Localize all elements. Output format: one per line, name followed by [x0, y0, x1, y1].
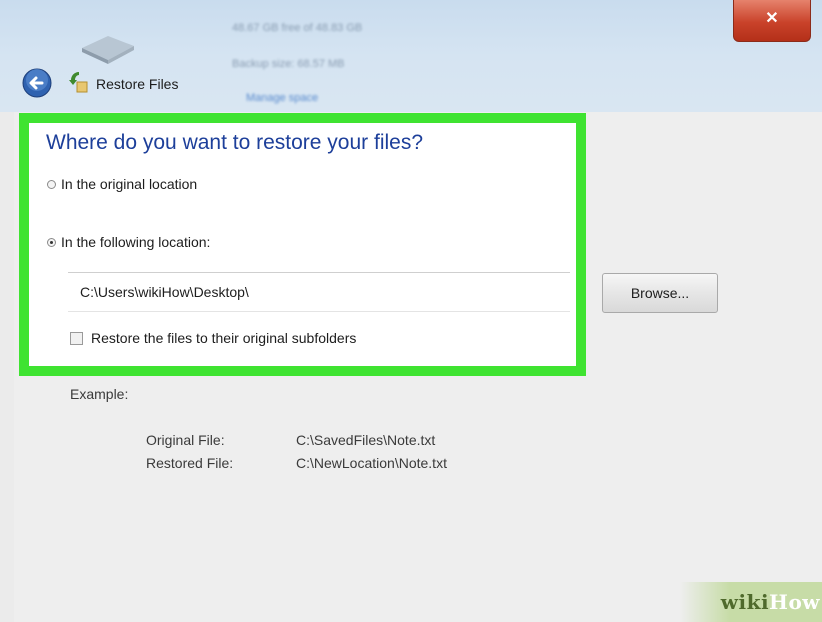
- example-heading: Example:: [70, 386, 129, 402]
- window-title: Restore Files: [96, 76, 179, 92]
- original-file-value: C:\SavedFiles\Note.txt: [296, 432, 436, 448]
- restored-file-label: Restored File:: [146, 455, 234, 471]
- window-header: Restore Files 48.67 GB free of 48.83 GB …: [0, 0, 822, 112]
- free-space-text: 48.67 GB free of 48.83 GB: [232, 22, 363, 34]
- radio-original-location-label[interactable]: In the original location: [61, 176, 197, 192]
- original-file-label: Original File:: [146, 432, 225, 448]
- wikihow-watermark: wikiHow: [680, 582, 822, 622]
- backup-size-text: Backup size: 68.57 MB: [232, 58, 345, 70]
- wikihow-logo: wikiHow: [721, 590, 820, 614]
- restore-question-heading: Where do you want to restore your files?: [46, 131, 424, 154]
- restore-subfolders-label[interactable]: Restore the files to their original subf…: [91, 330, 356, 346]
- radio-following-location[interactable]: [47, 238, 56, 247]
- restore-subfolders-checkbox[interactable]: [70, 332, 83, 345]
- radio-original-location[interactable]: [47, 180, 56, 189]
- browse-button[interactable]: Browse...: [602, 273, 718, 313]
- radio-following-location-label[interactable]: In the following location:: [61, 234, 210, 250]
- restore-files-icon: [69, 72, 88, 93]
- close-icon: ✕: [765, 10, 779, 27]
- close-button[interactable]: ✕: [733, 0, 811, 42]
- watermark-how: How: [769, 590, 820, 614]
- watermark-wiki: wiki: [720, 590, 770, 614]
- restore-path-input[interactable]: [68, 272, 570, 312]
- backup-drive-icon: [82, 36, 134, 64]
- back-arrow-icon[interactable]: [22, 68, 52, 98]
- restored-file-value: C:\NewLocation\Note.txt: [296, 455, 447, 471]
- manage-space-link[interactable]: Manage space: [246, 92, 318, 104]
